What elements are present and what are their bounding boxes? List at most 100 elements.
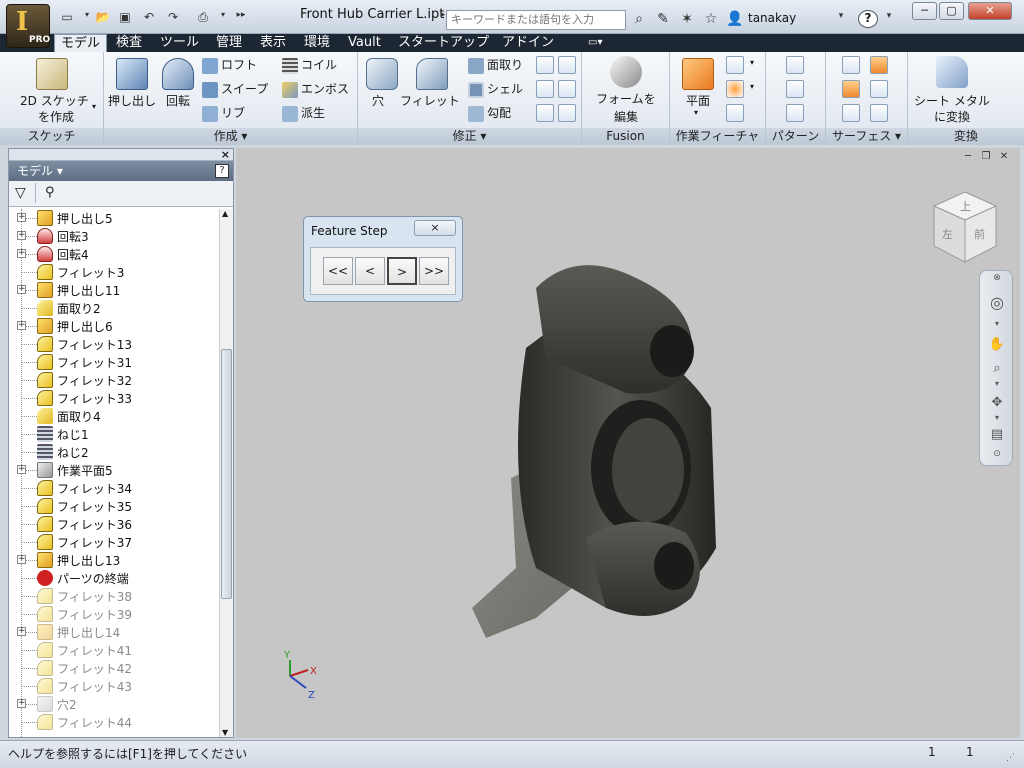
tab-view[interactable]: 表示 (254, 34, 292, 52)
convert-sheet-metal-label-1[interactable]: シート メタル (914, 92, 990, 109)
edit-form-icon[interactable] (610, 56, 642, 88)
expand-icon[interactable]: + (17, 699, 26, 708)
close-button[interactable]: ✕ (968, 2, 1012, 20)
tree-item[interactable]: + 回転4 (15, 245, 215, 263)
combine-icon[interactable] (536, 80, 554, 98)
tree-item[interactable]: パーツの終端 (15, 569, 215, 587)
fillet-icon[interactable] (416, 58, 448, 90)
ucs-icon[interactable] (726, 104, 744, 122)
browser-help-icon[interactable]: ? (215, 164, 229, 178)
revolve-button[interactable]: 回転 (166, 92, 190, 109)
emboss-button[interactable]: エンボス (282, 80, 349, 98)
tree-item[interactable]: フィレット43 (15, 677, 215, 695)
expand-icon[interactable]: + (17, 321, 26, 330)
split-icon[interactable] (558, 56, 576, 74)
tree-item[interactable]: フィレット37 (15, 533, 215, 551)
step-forward-button[interactable]: > (387, 257, 417, 285)
move-face-icon[interactable] (558, 80, 576, 98)
tab-get-started[interactable]: スタートアップ (392, 34, 495, 52)
derive-button[interactable]: 派生 (282, 104, 325, 122)
tree-item[interactable]: + 押し出し13 (15, 551, 215, 569)
tab-vault[interactable]: Vault (342, 34, 387, 52)
tree-item[interactable]: フィレット35 (15, 497, 215, 515)
ribbon-minimize-icon[interactable]: ▭▾ (582, 34, 608, 52)
tree-item[interactable]: フィレット3 (15, 263, 215, 281)
sweep-button[interactable]: スイープ (202, 80, 268, 98)
save-icon[interactable]: ▣ (116, 10, 134, 26)
tree-item[interactable]: フィレット34 (15, 479, 215, 497)
thicken-icon[interactable] (842, 56, 860, 74)
help-dropdown-icon[interactable]: ▾ (880, 11, 898, 21)
browser-scrollbar[interactable]: ▲ ▼ (219, 209, 233, 737)
browser-grip[interactable]: × (9, 148, 233, 161)
new-file-icon[interactable]: ▭ (58, 10, 76, 26)
tree-item[interactable]: フィレット41 (15, 641, 215, 659)
tab-model[interactable]: モデル (54, 34, 108, 53)
viewcube[interactable]: 上 左 前 (930, 188, 1000, 268)
plane-icon[interactable] (682, 58, 714, 90)
browser-title[interactable]: モデル ▾ (17, 164, 63, 178)
move-bodies-icon[interactable] (558, 104, 576, 122)
tree-item[interactable]: ねじ1 (15, 425, 215, 443)
maximize-button[interactable]: ▢ (939, 2, 964, 20)
satellite-icon[interactable]: ✶ (678, 11, 696, 27)
tree-item[interactable]: + 回転3 (15, 227, 215, 245)
sheet-metal-icon[interactable] (936, 56, 968, 88)
revolve-icon[interactable] (162, 58, 194, 90)
tab-add-ins[interactable]: アドイン (496, 34, 560, 52)
steering-wheel-icon[interactable]: ◎ (988, 293, 1006, 312)
coil-button[interactable]: コイル (282, 56, 337, 74)
feature-step-close-button[interactable]: × (414, 220, 456, 236)
user-name[interactable]: tanakay (748, 11, 796, 25)
navbar-options-icon[interactable]: ⊙ (988, 449, 1006, 467)
step-first-button[interactable]: << (323, 257, 353, 285)
binoculars-icon[interactable]: ⌕ (630, 11, 648, 27)
convert-sheet-metal-label-2[interactable]: に変換 (934, 108, 970, 125)
expand-icon[interactable]: + (17, 555, 26, 564)
search-input[interactable] (446, 10, 626, 30)
chamfer-button[interactable]: 面取り (468, 56, 523, 74)
resize-grip-icon[interactable]: ⋰ (1006, 753, 1015, 763)
create-2d-sketch-icon[interactable] (36, 58, 68, 90)
scroll-down-icon[interactable]: ▼ (222, 728, 228, 737)
print-icon[interactable]: ⎙ (194, 10, 212, 26)
tab-tools[interactable]: ツール (154, 34, 205, 52)
tree-item[interactable]: + 押し出し6 (15, 317, 215, 335)
pan-hand-icon[interactable]: ✋ (988, 337, 1006, 355)
filter-icon[interactable]: ▽ (15, 185, 26, 201)
look-at-icon[interactable]: ▤ (988, 427, 1006, 445)
delete-face-icon[interactable] (870, 104, 888, 122)
expand-icon[interactable]: + (17, 285, 26, 294)
customize-toolbar-icon[interactable]: ▸▸ (232, 10, 250, 26)
rib-button[interactable]: リブ (202, 104, 245, 122)
plane-button[interactable]: 平面 (686, 92, 710, 109)
fillet-button[interactable]: フィレット (400, 92, 460, 109)
scroll-thumb[interactable] (221, 349, 232, 599)
redo-icon[interactable]: ↷ (164, 10, 182, 26)
wheel-dropdown-icon[interactable]: ▾ (988, 319, 1006, 337)
print-dropdown-icon[interactable]: ▾ (214, 10, 232, 26)
tree-item[interactable]: フィレット33 (15, 389, 215, 407)
create-group-label[interactable]: 作成 ▾ (104, 128, 357, 145)
edit-form-label-2[interactable]: 編集 (614, 108, 638, 125)
modify-group-label[interactable]: 修正 ▾ (358, 128, 581, 145)
favorites-star-icon[interactable]: ☆ (702, 11, 720, 27)
tab-environments[interactable]: 環境 (298, 34, 336, 52)
tree-item[interactable]: フィレット39 (15, 605, 215, 623)
mirror-icon[interactable] (786, 104, 804, 122)
draft-button[interactable]: 勾配 (468, 104, 511, 122)
tree-item[interactable]: + 押し出し5 (15, 209, 215, 227)
tree-item[interactable]: フィレット38 (15, 587, 215, 605)
step-back-button[interactable]: < (355, 257, 385, 285)
user-dropdown-icon[interactable]: ▾ (832, 11, 850, 21)
hole-icon[interactable] (366, 58, 398, 90)
wrench-icon[interactable]: ✎ (654, 11, 672, 27)
stitch-icon[interactable] (870, 56, 888, 74)
minimize-button[interactable]: ─ (912, 2, 937, 20)
loft-button[interactable]: ロフト (202, 56, 257, 74)
tab-inspect[interactable]: 検査 (110, 34, 148, 52)
find-binoculars-icon[interactable]: ⚲ (45, 185, 55, 200)
tree-item[interactable]: フィレット44 (15, 713, 215, 731)
tree-item[interactable]: フィレット36 (15, 515, 215, 533)
sketch-dropdown-icon[interactable]: ▾ (92, 102, 96, 111)
